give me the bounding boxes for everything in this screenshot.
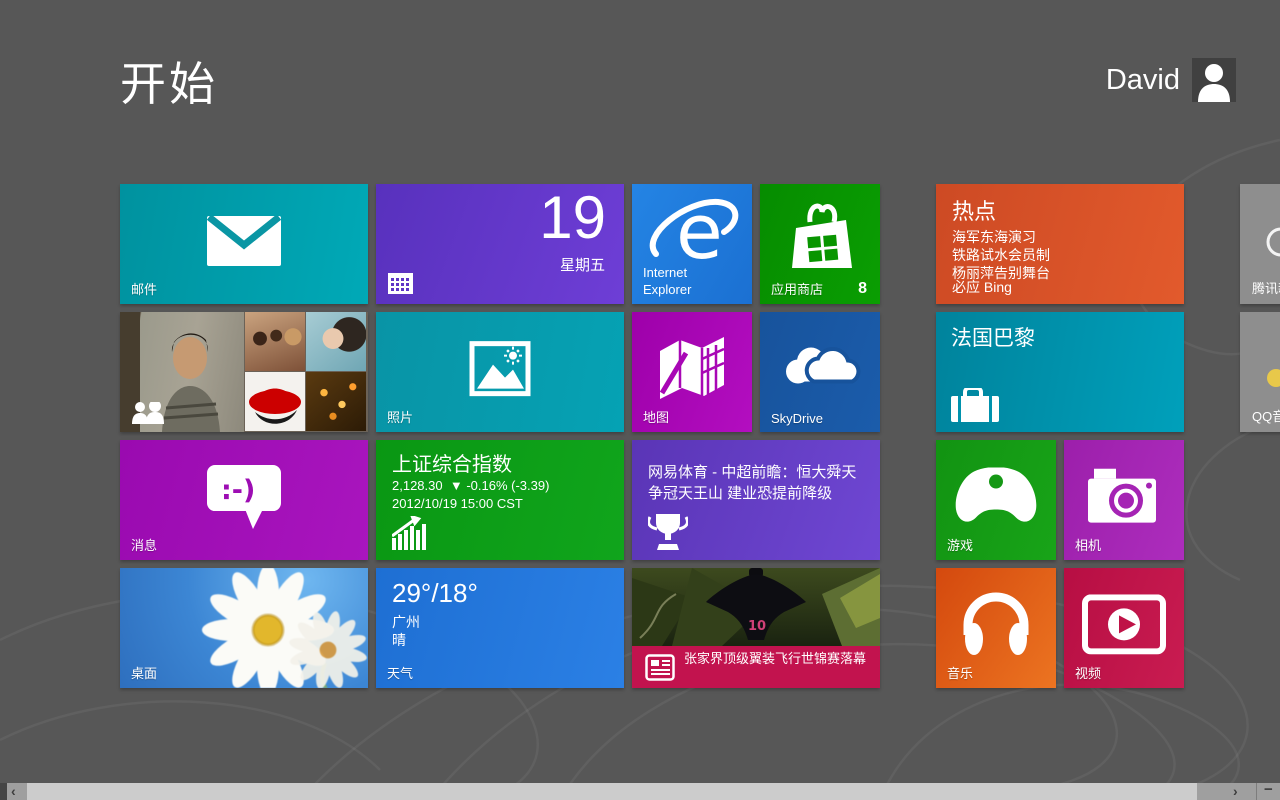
person-icon xyxy=(1198,64,1230,102)
stock-chart-icon xyxy=(392,516,426,550)
svg-text:10: 10 xyxy=(748,619,766,634)
tile-store[interactable]: 应用商店 8 xyxy=(760,184,880,304)
weather-condition: 晴 xyxy=(392,632,406,648)
red-hat-figure xyxy=(249,388,301,424)
bing-headline: 铁路试水会员制 xyxy=(952,247,1050,263)
tile-camera[interactable]: 相机 xyxy=(1064,440,1184,560)
finance-title: 上证综合指数 xyxy=(392,454,512,476)
tile-mail[interactable]: 邮件 xyxy=(120,184,368,304)
skydrive-cloud-icon xyxy=(786,347,861,384)
messaging-bubble-icon: :-) xyxy=(207,465,281,530)
wingsuit-photo: 10 xyxy=(632,568,880,646)
tile-people[interactable] xyxy=(120,312,368,432)
bing-headlines: 海军东海演习 铁路试水会员制 杨丽萍告别舞台 xyxy=(952,228,1050,282)
tile-tencent-partial[interactable]: 腾讯新闻 xyxy=(1240,184,1280,304)
weather-label: 天气 xyxy=(387,666,414,681)
desktop-label: 桌面 xyxy=(131,666,158,681)
tile-skydrive[interactable]: SkyDrive xyxy=(760,312,880,432)
tile-desktop[interactable]: 桌面 xyxy=(120,568,368,688)
user-name: David xyxy=(1105,63,1180,96)
user-area[interactable]: David xyxy=(1106,58,1236,102)
calendar-icon xyxy=(388,273,413,294)
camera-icon xyxy=(1088,468,1156,523)
tile-internet-explorer[interactable]: e Internet Explorer xyxy=(632,184,752,304)
finance-quote: 2,128.30 ▼ -0.16% (-3.39) xyxy=(392,478,549,493)
photo-news-caption: 张家界顶级翼装飞行世锦赛落幕 xyxy=(684,651,867,666)
xbox-controller-icon xyxy=(955,467,1037,522)
store-badge: 8 xyxy=(858,280,867,297)
scroll-right-arrow[interactable]: › xyxy=(1233,783,1238,800)
internet-explorer-label: Internet Explorer xyxy=(643,265,692,297)
suitcase-icon xyxy=(951,388,999,422)
camera-label: 相机 xyxy=(1075,538,1102,553)
tile-travel[interactable]: 法国巴黎 xyxy=(936,312,1184,432)
calendar-weekday: 星期五 xyxy=(559,257,605,274)
tile-qq-music-partial[interactable]: QQ音乐 xyxy=(1240,312,1280,432)
maps-icon xyxy=(659,337,725,400)
qq-music-label: QQ音乐 xyxy=(1252,409,1280,424)
mail-icon xyxy=(207,216,281,266)
qq-music-icon xyxy=(1267,369,1280,387)
store-bag-icon xyxy=(792,203,852,268)
page-title: 开始 xyxy=(120,58,218,110)
user-avatar[interactable] xyxy=(1192,58,1236,102)
trophy-icon xyxy=(648,514,688,550)
bing-headline: 海军东海演习 xyxy=(952,229,1036,245)
weather-temps: 29°/18° xyxy=(392,578,478,608)
tile-calendar[interactable]: 19 星期五 xyxy=(376,184,624,304)
people-photo-small xyxy=(306,312,366,371)
horizontal-scrollbar[interactable]: ‹ › − xyxy=(0,782,1280,800)
calendar-day: 19 xyxy=(539,184,606,251)
desktop-wallpaper-daisies xyxy=(202,568,367,688)
tile-weather[interactable]: 29°/18° 广州 晴 天气 xyxy=(376,568,624,688)
tile-video[interactable]: 视频 xyxy=(1064,568,1184,688)
bing-footer: 必应 Bing xyxy=(952,279,1012,295)
maps-label: 地图 xyxy=(643,410,670,425)
semantic-zoom-out-button[interactable]: − xyxy=(1264,782,1273,799)
people-photo-small xyxy=(245,372,305,431)
travel-title: 法国巴黎 xyxy=(951,327,1035,350)
skydrive-label: SkyDrive xyxy=(771,411,824,426)
video-label: 视频 xyxy=(1075,666,1102,681)
mail-label: 邮件 xyxy=(131,282,158,297)
tile-music[interactable]: 音乐 xyxy=(936,568,1056,688)
photos-label: 照片 xyxy=(387,410,414,425)
scrollbar-divider xyxy=(1256,783,1257,800)
finance-timestamp: 2012/10/19 15:00 CST xyxy=(392,496,523,511)
people-icon xyxy=(132,402,164,424)
photo-news-caption-bar: 张家界顶级翼装飞行世锦赛落幕 xyxy=(632,646,880,688)
tencent-label: 腾讯新闻 xyxy=(1252,281,1280,296)
scrollbar-thumb[interactable] xyxy=(27,783,1197,800)
tile-messaging[interactable]: :-) 消息 xyxy=(120,440,368,560)
video-player-icon xyxy=(1082,594,1166,655)
people-photo-small xyxy=(306,372,366,431)
tile-photos[interactable]: 照片 xyxy=(376,312,624,432)
scroll-left-arrow[interactable]: ‹ xyxy=(11,783,16,800)
news-icon xyxy=(645,654,675,681)
finance-value: 2,128.30 xyxy=(392,478,443,493)
tile-sports-news[interactable]: 网易体育 - 中超前瞻：恒大舜天争冠天王山 建业恐提前降级 xyxy=(632,440,880,560)
bing-title: 热点 xyxy=(952,199,997,224)
tile-finance[interactable]: 上证综合指数 2,128.30 ▼ -0.16% (-3.39) 2012/10… xyxy=(376,440,624,560)
store-label: 应用商店 xyxy=(771,282,824,297)
start-screen: { "header": { "title": "开始", "user_name"… xyxy=(0,0,1280,800)
sports-headline: 网易体育 - 中超前瞻：恒大舜天争冠天王山 建业恐提前降级 xyxy=(648,464,857,502)
photos-icon xyxy=(469,341,531,397)
messaging-label: 消息 xyxy=(131,538,158,553)
svg-text::-): :-) xyxy=(221,475,255,506)
tile-bing-news[interactable]: 热点 海军东海演习 铁路试水会员制 杨丽萍告别舞台 必应 Bing xyxy=(936,184,1184,304)
tencent-icon xyxy=(1266,227,1280,257)
scrollbar-corner xyxy=(0,783,7,800)
finance-change: ▼ -0.16% (-3.39) xyxy=(449,478,550,493)
people-photo-small xyxy=(245,312,305,371)
tile-photo-news[interactable]: 10 张家界顶级翼装飞行世锦赛落幕 xyxy=(632,568,880,688)
headphones-icon xyxy=(963,592,1029,656)
music-label: 音乐 xyxy=(947,666,974,681)
tile-maps[interactable]: 地图 xyxy=(632,312,752,432)
tile-games[interactable]: 游戏 xyxy=(936,440,1056,560)
games-label: 游戏 xyxy=(947,538,974,553)
weather-city: 广州 xyxy=(392,614,420,630)
